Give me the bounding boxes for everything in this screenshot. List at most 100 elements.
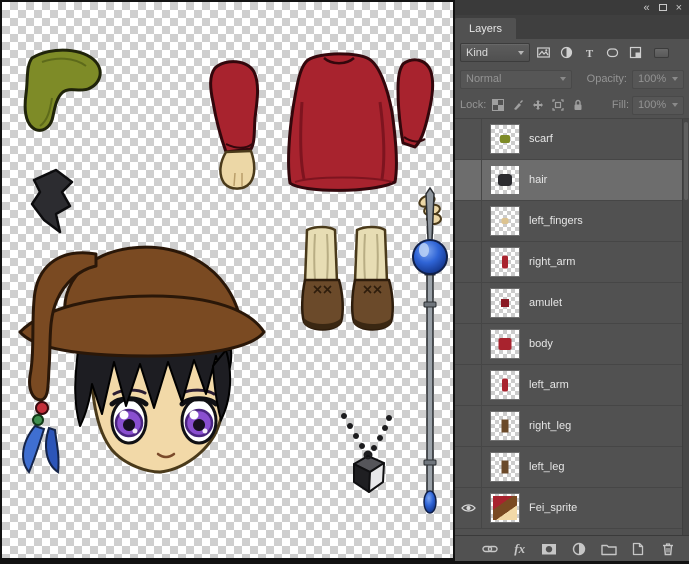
tab-layers[interactable]: Layers [455,18,516,39]
left-arm-sprite [211,62,258,189]
character-head-sprite [20,247,264,472]
smart-object-filter-icon[interactable] [625,43,645,62]
layer-thumbnail[interactable] [490,452,520,482]
layer-name: amulet [529,297,562,309]
layer-thumbnail-art [498,174,512,186]
right-eye [182,399,216,443]
lock-artboard-icon[interactable] [549,97,566,114]
layer-thumbnail[interactable] [490,370,520,400]
kind-label: Kind [466,47,488,59]
opacity-label: Opacity: [587,73,627,85]
panel-footer: fx [455,535,689,561]
delete-layer-icon[interactable] [657,539,679,559]
visibility-toggle[interactable] [455,242,482,282]
panel-tab-bar: Layers [455,15,689,39]
hair-tuft-sprite [32,170,72,232]
pixel-layer-filter-icon[interactable] [533,43,553,62]
layer-thumbnail-art [502,379,508,392]
layer-thumbnail-art [500,135,510,143]
layer-row-right-arm[interactable]: right_arm [455,242,689,283]
layer-thumbnail-art [502,218,509,224]
restore-window-icon[interactable] [659,4,667,11]
lock-position-icon[interactable] [529,97,546,114]
lock-row: Lock: Fill: 100% [455,92,689,119]
layers-panel: « × Layers Kind T Normal [455,0,689,561]
layer-thumbnail[interactable] [490,247,520,277]
new-adjustment-layer-icon[interactable] [568,539,590,559]
layer-name: left_fingers [529,215,583,227]
lock-label: Lock: [460,99,486,111]
bead-green [33,415,43,425]
visibility-toggle[interactable] [455,447,482,487]
layer-thumbnail[interactable] [490,206,520,236]
visibility-toggle[interactable] [455,365,482,405]
layer-name: scarf [529,133,553,145]
layer-row-left-leg[interactable]: left_leg [455,447,689,488]
visibility-toggle[interactable] [455,283,482,323]
panel-topbar: « × [455,0,689,15]
fill-input[interactable]: 100% [632,96,684,115]
layer-thumbnail[interactable] [490,124,520,154]
lock-transparent-pixels-icon[interactable] [489,97,506,114]
blend-mode-select[interactable]: Normal [460,70,572,89]
visibility-toggle[interactable] [455,201,482,241]
collapse-panels-icon[interactable]: « [643,3,649,13]
layer-thumbnail[interactable] [490,493,520,523]
layer-row-body[interactable]: body [455,324,689,365]
feather-2 [46,428,59,472]
new-layer-icon[interactable] [627,539,649,559]
layer-name: Fei_sprite [529,502,577,514]
new-group-icon[interactable] [598,539,620,559]
visibility-toggle[interactable] [455,406,482,446]
layer-thumbnail[interactable] [490,329,520,359]
layer-row-left-arm[interactable]: left_arm [455,365,689,406]
layer-row-left-fingers[interactable]: left_fingers [455,201,689,242]
layer-filter-row: Kind T [455,39,689,66]
chevron-down-icon [560,77,566,81]
close-icon[interactable]: × [676,3,682,13]
layer-styles-fx-icon[interactable]: fx [509,539,531,559]
layer-list: scarf hair left_fingers right_arm amulet… [455,119,689,535]
layer-list-scrollbar[interactable] [682,119,689,535]
layer-row-amulet[interactable]: amulet [455,283,689,324]
layer-row-hair[interactable]: hair [455,160,689,201]
blend-mode-value: Normal [466,73,501,85]
visibility-toggle[interactable] [455,488,482,528]
layer-name: hair [529,174,547,186]
lock-image-pixels-icon[interactable] [509,97,526,114]
layer-filter-toggle[interactable] [654,48,669,58]
link-layers-icon[interactable] [479,539,501,559]
right-arm-sprite [398,60,433,147]
visibility-toggle[interactable] [455,324,482,364]
opacity-input[interactable]: 100% [632,70,684,89]
canvas-area[interactable] [2,2,453,558]
layer-thumbnail[interactable] [490,165,520,195]
chevron-down-icon [672,77,678,81]
visibility-toggle[interactable] [455,160,482,200]
layer-row-fei-sprite[interactable]: Fei_sprite [455,488,689,529]
type-layer-filter-icon[interactable]: T [579,43,599,62]
fill-label: Fill: [612,99,629,111]
chevron-down-icon [518,51,524,55]
left-boot-sprite [302,227,343,330]
right-boot-sprite [352,227,393,330]
feather-1 [23,426,44,472]
layer-thumbnail[interactable] [490,411,520,441]
visibility-toggle[interactable] [455,119,482,159]
sprite-sheet [2,2,453,558]
add-layer-mask-icon[interactable] [538,539,560,559]
opacity-value: 100% [638,73,666,85]
staff-sprite [413,188,447,513]
layer-thumbnail-art [502,461,509,474]
layer-row-scarf[interactable]: scarf [455,119,689,160]
lock-all-icon[interactable] [569,97,586,114]
layer-thumbnail[interactable] [490,288,520,318]
kind-filter-select[interactable]: Kind [460,43,530,62]
left-eye [112,399,146,443]
layer-thumbnail-art [502,420,509,433]
layer-row-right-leg[interactable]: right_leg [455,406,689,447]
adjustment-layer-filter-icon[interactable] [556,43,576,62]
scrollbar-thumb[interactable] [684,122,688,200]
shape-layer-filter-icon[interactable] [602,43,622,62]
blend-mode-row: Normal Opacity: 100% [455,66,689,92]
